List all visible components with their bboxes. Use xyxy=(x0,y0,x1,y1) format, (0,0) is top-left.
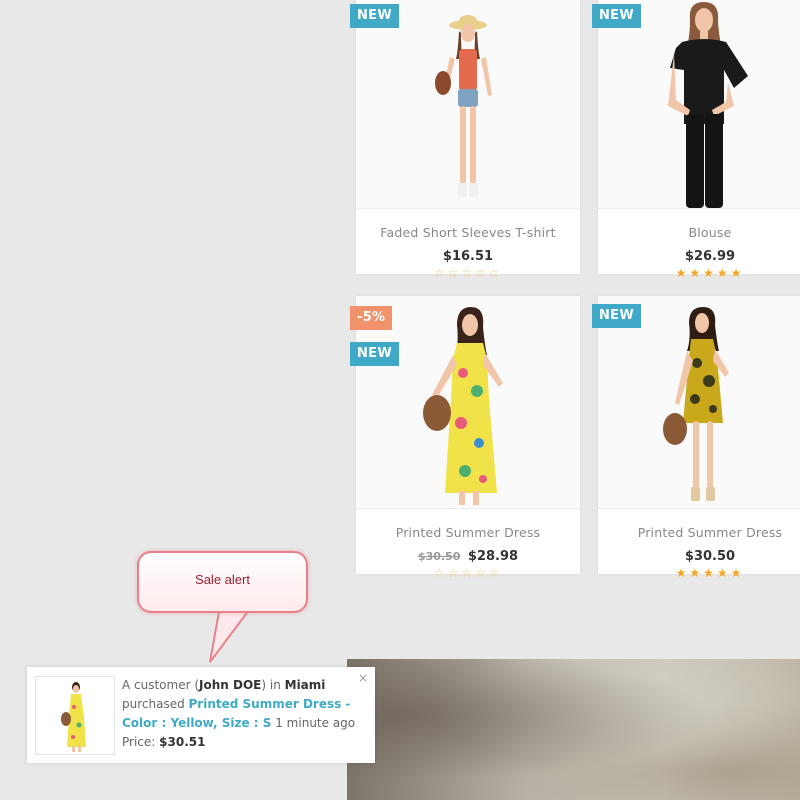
message-text: A customer ( xyxy=(122,678,200,692)
product-name[interactable]: Blouse xyxy=(598,225,800,240)
sale-alert-callout: Sale alert xyxy=(137,551,308,613)
close-icon[interactable]: × xyxy=(358,671,368,685)
star-filled-icon: ★★★★★ xyxy=(675,566,745,580)
message-text: ) in xyxy=(261,678,285,692)
customer-name: John DOE xyxy=(199,678,262,692)
new-badge: NEW xyxy=(592,304,641,328)
product-photo-tshirt xyxy=(435,15,492,197)
new-badge: NEW xyxy=(592,4,641,28)
product-card[interactable]: -5% NEW Printed Summer Dress $30.50 $28.… xyxy=(350,296,580,580)
product-image[interactable] xyxy=(598,0,800,209)
notification-message: A customer (John DOE) in Miami purchased… xyxy=(122,676,362,752)
product-name[interactable]: Printed Summer Dress xyxy=(356,525,580,540)
star-empty-icon: ☆☆☆☆☆ xyxy=(433,266,503,280)
purchased-product-link[interactable]: Printed Summer Dress - xyxy=(189,697,351,711)
old-price: $30.50 xyxy=(417,550,461,563)
new-badge: NEW xyxy=(350,342,399,366)
notification-price: $30.51 xyxy=(159,735,206,749)
new-badge: NEW xyxy=(350,4,399,28)
product-name[interactable]: Faded Short Sleeves T-shirt xyxy=(356,225,580,240)
price-value: $26.99 xyxy=(684,249,736,264)
product-photo-blouse xyxy=(668,2,748,208)
notification-product-thumbnail[interactable] xyxy=(35,676,115,755)
rating-stars: ☆☆☆☆☆ xyxy=(356,266,580,280)
sale-notification[interactable]: A customer (John DOE) in Miami purchased… xyxy=(27,667,375,763)
banner-image xyxy=(347,659,800,800)
price-value: $28.98 xyxy=(467,549,519,564)
product-name[interactable]: Printed Summer Dress xyxy=(598,525,800,540)
product-card[interactable]: NEW Printed Summer Dress $30.50 ★★★★★ xyxy=(592,296,800,580)
price-value: $16.51 xyxy=(442,249,494,264)
bubble-pointer-icon xyxy=(209,604,254,663)
product-photo-summer-dress xyxy=(61,682,86,752)
price-label: Price: xyxy=(122,735,160,749)
customer-city: Miami xyxy=(284,678,326,692)
rating-stars: ★★★★★ xyxy=(598,266,800,280)
product-photo-printed-dress xyxy=(663,307,729,501)
purchase-time: 1 minute ago xyxy=(271,716,356,730)
price-value: $30.50 xyxy=(684,549,736,564)
rating-stars: ★★★★★ xyxy=(598,566,800,580)
product-card[interactable]: NEW Blouse $26.99 ★★★★★ xyxy=(592,0,800,280)
product-price: $30.50 xyxy=(598,549,800,564)
star-filled-icon: ★★★★★ xyxy=(675,266,745,280)
rating-stars: ☆☆☆☆☆ xyxy=(356,566,580,580)
message-text: purchased xyxy=(122,697,189,711)
product-image[interactable] xyxy=(356,0,580,209)
product-card[interactable]: NEW Faded Short Sleeves T-shirt $16.51 ☆… xyxy=(350,0,580,280)
product-options-link[interactable]: Color : Yellow, Size : S xyxy=(122,716,271,730)
star-empty-icon: ☆☆☆☆☆ xyxy=(433,566,503,580)
product-price: $30.50 $28.98 xyxy=(356,549,580,564)
product-price: $26.99 xyxy=(598,249,800,264)
discount-badge: -5% xyxy=(350,306,393,330)
product-price: $16.51 xyxy=(356,249,580,264)
product-photo-summer-dress xyxy=(423,307,503,505)
